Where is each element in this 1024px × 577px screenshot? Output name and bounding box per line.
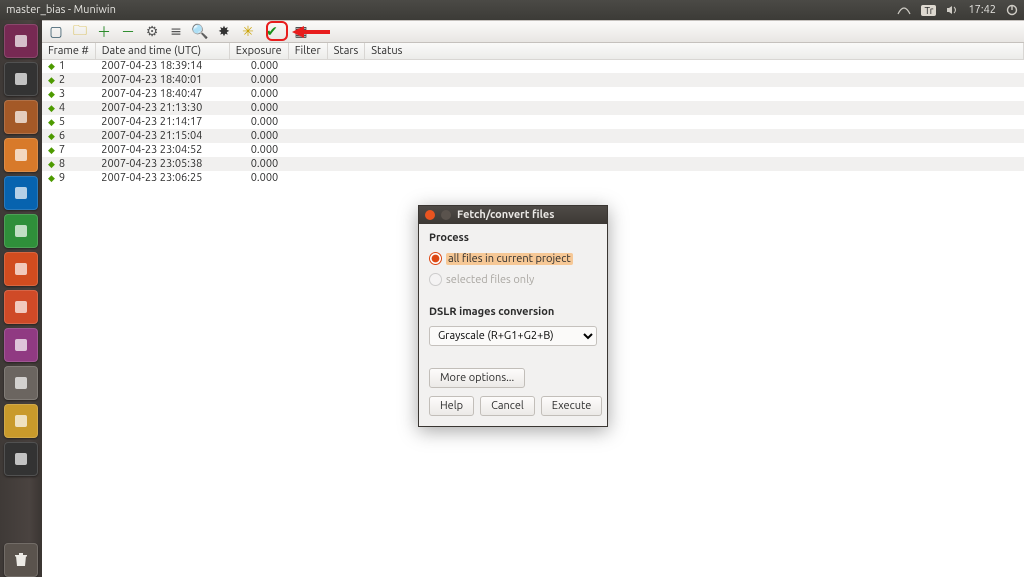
help-button[interactable]: Help xyxy=(429,396,474,416)
radio-selected-files: selected files only xyxy=(429,273,597,286)
launcher-item-1[interactable] xyxy=(4,62,38,96)
remove-files-icon[interactable]: － xyxy=(118,23,138,41)
dialog-title: Fetch/convert files xyxy=(457,209,554,221)
execute-button[interactable]: Execute xyxy=(541,396,603,416)
close-icon[interactable] xyxy=(425,210,435,220)
launcher-item-3[interactable] xyxy=(4,138,38,172)
table-row[interactable]: ◆72007-04-23 23:04:520.000 xyxy=(42,143,1024,157)
launcher-item-6[interactable] xyxy=(4,252,38,286)
table-row[interactable]: ◆32007-04-23 18:40:470.000 xyxy=(42,87,1024,101)
zoom-icon[interactable]: 🔍 xyxy=(190,23,210,41)
tool-b-icon[interactable]: ≡ xyxy=(166,23,186,41)
open-icon[interactable]: 🗀 xyxy=(70,23,90,41)
tool-a-icon[interactable]: ⚙ xyxy=(142,23,162,41)
table-row[interactable]: ◆22007-04-23 18:40:010.000 xyxy=(42,73,1024,87)
process-section-label: Process xyxy=(429,232,597,244)
ubuntu-top-panel: master_bias - Muniwin Tr 17:42 xyxy=(0,0,1024,20)
minimize-icon[interactable] xyxy=(441,210,451,220)
col-header-0[interactable]: Frame # xyxy=(42,43,95,59)
radio-selected-files-input xyxy=(429,273,442,286)
launcher-item-4[interactable] xyxy=(4,176,38,210)
window-title: master_bias - Muniwin xyxy=(6,4,897,16)
dialog-titlebar[interactable]: Fetch/convert files xyxy=(419,206,607,224)
launcher-item-5[interactable] xyxy=(4,214,38,248)
launcher-item-7[interactable] xyxy=(4,290,38,324)
table-row[interactable]: ◆52007-04-23 21:14:170.000 xyxy=(42,115,1024,129)
launcher-item-11[interactable] xyxy=(4,442,38,476)
process-icon[interactable]: ✔ xyxy=(262,23,282,41)
dslr-section-label: DSLR images conversion xyxy=(429,306,597,318)
launcher-item-8[interactable] xyxy=(4,328,38,362)
volume-icon[interactable] xyxy=(946,5,958,15)
keyboard-indicator[interactable]: Tr xyxy=(921,5,936,16)
radio-all-files[interactable]: all files in current project xyxy=(429,252,597,265)
more-options-button[interactable]: More options... xyxy=(429,368,525,388)
network-icon[interactable] xyxy=(897,5,911,15)
launcher-item-2[interactable] xyxy=(4,100,38,134)
table-row[interactable]: ◆12007-04-23 18:39:140.000 xyxy=(42,59,1024,73)
fetch-convert-dialog: Fetch/convert files Process all files in… xyxy=(418,205,608,427)
dslr-conversion-select[interactable]: Grayscale (R+G1+G2+B) xyxy=(429,326,597,346)
add-files-icon[interactable]: ＋ xyxy=(94,23,114,41)
unity-launcher xyxy=(0,20,42,577)
toolbar: ▢🗀＋－⚙≡🔍✸✳✔ ▦ xyxy=(42,21,1024,43)
find-stars-icon[interactable]: ✳ xyxy=(238,23,258,41)
launcher-item-9[interactable] xyxy=(4,366,38,400)
col-header-1[interactable]: Date and time (UTC) xyxy=(95,43,229,59)
table-row[interactable]: ◆62007-04-23 21:15:040.000 xyxy=(42,129,1024,143)
run-icon[interactable]: ✸ xyxy=(214,23,234,41)
radio-all-files-label: all files in current project xyxy=(446,253,573,265)
session-icon[interactable] xyxy=(1006,4,1018,16)
table-row[interactable]: ◆92007-04-23 23:06:250.000 xyxy=(42,171,1024,185)
clock[interactable]: 17:42 xyxy=(968,4,996,16)
col-header-3[interactable]: Filter xyxy=(288,43,327,59)
table-row[interactable]: ◆42007-04-23 21:13:300.000 xyxy=(42,101,1024,115)
cancel-button[interactable]: Cancel xyxy=(480,396,535,416)
new-project-icon[interactable]: ▢ xyxy=(46,23,66,41)
grid-icon[interactable]: ▦ xyxy=(291,23,311,41)
col-header-2[interactable]: Exposure xyxy=(229,43,288,59)
col-header-5[interactable]: Status xyxy=(365,43,1024,59)
col-header-4[interactable]: Stars xyxy=(327,43,365,59)
radio-selected-files-label: selected files only xyxy=(446,274,534,286)
radio-all-files-input[interactable] xyxy=(429,252,442,265)
launcher-item-0[interactable] xyxy=(4,24,38,58)
launcher-trash[interactable] xyxy=(4,543,38,577)
table-row[interactable]: ◆82007-04-23 23:05:380.000 xyxy=(42,157,1024,171)
indicator-area: Tr 17:42 xyxy=(897,4,1018,16)
launcher-item-10[interactable] xyxy=(4,404,38,438)
